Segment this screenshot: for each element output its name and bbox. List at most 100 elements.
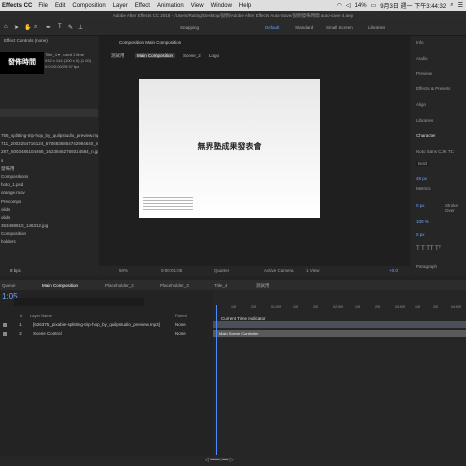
resolution-select[interactable]: Quarter <box>214 268 229 273</box>
list-item[interactable]: hoto_1.psd <box>0 181 98 189</box>
selection-tool-icon[interactable]: ➤ <box>14 24 19 31</box>
column-parent[interactable]: Parent <box>175 313 187 318</box>
layer-bar-audio[interactable] <box>213 321 466 328</box>
scale-field[interactable]: 100 % <box>416 219 429 224</box>
composition-frame[interactable]: 無界塾成果發表會 <box>139 79 320 218</box>
text-tool-icon[interactable]: T <box>58 24 62 30</box>
menu-composition[interactable]: Composition <box>72 3 105 9</box>
list-item[interactable]: 353498810_146312.jpg <box>0 222 98 230</box>
workspace-default[interactable]: Default <box>265 25 279 30</box>
camera-select[interactable]: Active Camera <box>264 268 294 273</box>
layer-parent[interactable]: None <box>175 321 186 329</box>
menu-edit[interactable]: Edit <box>55 3 65 9</box>
menu-list-icon[interactable]: ☰ <box>458 2 463 9</box>
timeline-search-input[interactable] <box>14 298 144 306</box>
app-menu[interactable]: Effects CC <box>2 3 32 9</box>
list-item[interactable]: Precomps <box>0 198 98 206</box>
breadcrumb-main[interactable]: Main Composition <box>135 53 176 58</box>
views-select[interactable]: 1 View <box>306 268 319 273</box>
menu-layer[interactable]: Layer <box>113 3 128 9</box>
current-time[interactable]: 0:00:01:05 <box>161 268 182 273</box>
font-style-select[interactable]: Bold <box>416 161 430 166</box>
layer-name[interactable]: [626375_pixabie-splitting-trip-hop_by_qu… <box>33 322 160 327</box>
exposure-value[interactable]: +0.0 <box>389 268 398 273</box>
list-item[interactable]: orange.mov <box>0 189 98 197</box>
eye-icon[interactable] <box>3 322 7 327</box>
breadcrumb-logo[interactable]: Logo <box>209 53 219 58</box>
playhead[interactable] <box>216 305 217 455</box>
tracking-field[interactable]: Metrics <box>416 186 431 191</box>
wifi-icon[interactable]: ◠ <box>337 2 342 9</box>
tab-main-composition[interactable]: Main Composition <box>42 283 78 288</box>
volume-icon[interactable]: ◁ <box>346 2 351 9</box>
tab-placeholder-3[interactable]: Placeholder_3 <box>160 283 189 288</box>
zoom-slider[interactable]: ◁ ━━━○━━ ▷ <box>205 457 234 463</box>
menu-effect[interactable]: Effect <box>135 3 150 9</box>
timeline-footer: ◁ ━━━○━━ ▷ <box>0 456 466 466</box>
list-item[interactable]: Compositions <box>0 173 98 181</box>
snapping-toggle[interactable]: Snapping <box>180 25 199 30</box>
clock[interactable]: 9月3日 週一 下午3:44:32 <box>380 1 446 10</box>
paragraph-panel[interactable]: Paragraph <box>416 264 437 269</box>
zoom-select[interactable]: 50% <box>119 268 128 273</box>
workspace-small-screen[interactable]: Small Screen <box>326 25 353 30</box>
menu-file[interactable]: File <box>38 3 48 9</box>
tab-placeholder-2[interactable]: Placeholder_2 <box>105 283 134 288</box>
list-item[interactable]: olids <box>0 206 98 214</box>
layer-row-2[interactable]: 2 Scene Control None <box>0 330 213 338</box>
stroke-width-field[interactable]: 0 px <box>416 203 425 208</box>
eye-icon[interactable] <box>3 331 7 336</box>
layer-name[interactable]: Scene Control <box>33 331 62 336</box>
time-ruler[interactable]: 10f 20f 01:00f 10f 20f 02:00f 10f 20f 03… <box>213 305 466 313</box>
list-item[interactable]: holders <box>0 238 98 246</box>
character-panel[interactable]: Character <box>416 133 436 138</box>
tab-render-queue[interactable]: Queue <box>2 283 16 288</box>
menu-help[interactable]: Help <box>239 3 251 9</box>
align-panel[interactable]: Align <box>416 102 426 107</box>
timeline-graph[interactable]: 10f 20f 01:00f 10f 20f 02:00f 10f 20f 03… <box>213 290 466 456</box>
breadcrumb-test[interactable]: 測試用 <box>111 53 125 59</box>
list-item[interactable]: 755_splitting-trip-hop_by_quilpstudio_pr… <box>0 132 98 140</box>
layer-row-1[interactable]: 1 [626375_pixabie-splitting-trip-hop_by_… <box>0 321 213 329</box>
hand-tool-icon[interactable]: ✋ <box>24 24 31 31</box>
layer-number: 1 <box>19 322 22 327</box>
layer-bar-scene-control[interactable]: Main Scene Controller <box>213 330 466 337</box>
info-panel[interactable]: Info <box>416 40 424 45</box>
composition-tab[interactable]: Composition Main Composition <box>119 40 181 45</box>
battery-percent[interactable]: 14% <box>355 3 367 9</box>
effect-controls-tab[interactable]: Effect Controls (none) <box>4 38 48 43</box>
font-size-field[interactable]: 48 px <box>416 176 427 181</box>
bit-depth-button[interactable]: 8 bpc <box>10 268 21 273</box>
menu-window[interactable]: Window <box>211 3 232 9</box>
libraries-panel[interactable]: Libraries <box>416 118 433 123</box>
audio-panel[interactable]: Audio <box>416 56 428 61</box>
list-item[interactable]: 發佈用 <box>0 165 98 173</box>
workspace-libraries[interactable]: Libraries <box>368 25 385 30</box>
text-style-icons[interactable]: T T TT Tᵀ <box>416 246 441 252</box>
list-item[interactable]: 711_2003254716124_6706836854742984640_n.… <box>0 140 98 148</box>
tab-test[interactable]: 測試用 <box>256 283 270 289</box>
menu-view[interactable]: View <box>191 3 204 9</box>
workspace-standard[interactable]: Standard <box>295 25 313 30</box>
breadcrumb-scene2[interactable]: Scene_2 <box>183 53 201 58</box>
stamp-tool-icon[interactable]: ⊥ <box>78 24 83 31</box>
layer-parent[interactable]: None <box>175 330 186 338</box>
pen-tool-icon[interactable]: ✒ <box>46 24 51 31</box>
zoom-tool-icon[interactable]: ⌕ <box>34 24 37 31</box>
preview-panel[interactable]: Preview <box>416 71 432 76</box>
baseline-field[interactable]: 0 px <box>416 232 425 237</box>
search-icon[interactable]: ⌕ <box>450 2 453 9</box>
stroke-type-select[interactable]: Stroke Over <box>445 203 466 213</box>
brush-tool-icon[interactable]: ✎ <box>68 24 73 31</box>
effects-presets-panel[interactable]: Effects & Presets <box>416 86 450 91</box>
column-layer-name[interactable]: Layer Name <box>30 313 52 318</box>
list-item[interactable]: s <box>0 157 98 165</box>
home-icon[interactable]: ⌂ <box>4 24 8 30</box>
font-select[interactable]: Noto Sans CJK TC <box>416 149 454 154</box>
menu-animation[interactable]: Animation <box>157 3 184 9</box>
tab-title-4[interactable]: Title_4 <box>214 283 227 288</box>
list-item[interactable]: olids <box>0 214 98 222</box>
list-item[interactable]: 287_5003485104468_16238462759314584_n.jp… <box>0 148 98 156</box>
list-item[interactable]: Composition <box>0 230 98 238</box>
project-search-input[interactable] <box>0 109 98 117</box>
